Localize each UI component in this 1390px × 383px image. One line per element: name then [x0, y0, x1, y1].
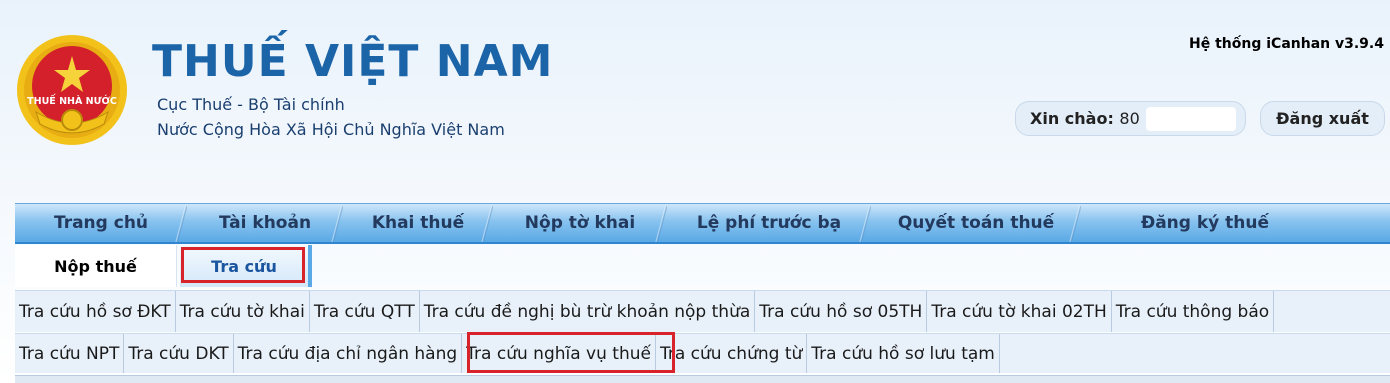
- link-lookup-dkt-records[interactable]: Tra cứu hồ sơ ĐKT: [15, 291, 176, 332]
- link-lookup-02th-returns[interactable]: Tra cứu tờ khai 02TH: [927, 291, 1112, 332]
- link-lookup-qtt[interactable]: Tra cứu QTT: [310, 291, 420, 332]
- system-version: Hệ thống iCanhan v3.9.4: [1189, 36, 1384, 52]
- link-lookup-notifications[interactable]: Tra cứu thông báo: [1112, 291, 1275, 332]
- svg-text:THUẾ NHÀ NƯỚC: THUẾ NHÀ NƯỚC: [27, 94, 117, 107]
- link-lookup-dkt[interactable]: Tra cứu DKT: [124, 334, 234, 373]
- link-lookup-05th-records[interactable]: Tra cứu hồ sơ 05TH: [755, 291, 928, 332]
- lookup-links-row-1: Tra cứu hồ sơ ĐKT Tra cứu tờ khai Tra cứ…: [15, 290, 1390, 332]
- greeting-user: 80: [1119, 109, 1140, 128]
- highlight-box-tax-obligations: [467, 332, 675, 373]
- redacted-username: [1146, 107, 1236, 131]
- subtitle-country: Nước Cộng Hòa Xã Hội Chủ Nghĩa Việt Nam: [157, 120, 505, 139]
- link-lookup-vouchers[interactable]: Tra cứu chứng từ: [656, 334, 808, 373]
- nav-item-tax-registration[interactable]: Đăng ký thuế: [1081, 204, 1329, 242]
- national-emblem-logo: THUẾ NHÀ NƯỚC: [17, 35, 127, 145]
- header: THUẾ NHÀ NƯỚC THUẾ VIỆT NAM Cục Thuế - B…: [0, 0, 1390, 200]
- nav-item-tax-declaration[interactable]: Khai thuế: [343, 204, 493, 242]
- link-lookup-draft-records[interactable]: Tra cứu hồ sơ lưu tạm: [807, 334, 1000, 373]
- nav-item-submit-return[interactable]: Nộp tờ khai: [493, 204, 667, 242]
- tab-tax-payment[interactable]: Nộp thuế: [15, 245, 177, 287]
- user-greeting: Xin chào: 80: [1015, 101, 1246, 136]
- content-area-edge: [15, 375, 1390, 383]
- link-lookup-bank-address[interactable]: Tra cứu địa chỉ ngân hàng: [234, 334, 463, 373]
- main-nav: Trang chủ Tài khoản Khai thuế Nộp tờ kha…: [15, 203, 1390, 244]
- subtitle-ministry: Cục Thuế - Bộ Tài chính: [157, 95, 345, 114]
- nav-item-home[interactable]: Trang chủ: [15, 204, 187, 242]
- lookup-links-row-2: Tra cứu NPT Tra cứu DKT Tra cứu địa chỉ …: [15, 333, 1390, 373]
- link-lookup-npt[interactable]: Tra cứu NPT: [15, 334, 125, 373]
- logout-button[interactable]: Đăng xuất: [1260, 101, 1385, 136]
- link-lookup-returns[interactable]: Tra cứu tờ khai: [176, 291, 310, 332]
- nav-item-account[interactable]: Tài khoản: [187, 204, 343, 242]
- link-lookup-offset-requests[interactable]: Tra cứu đề nghị bù trừ khoản nộp thừa: [420, 291, 756, 332]
- nav-item-registration-fee[interactable]: Lệ phí trước bạ: [667, 204, 871, 242]
- greeting-label: Xin chào:: [1030, 109, 1114, 128]
- nav-item-tax-finalization[interactable]: Quyết toán thuế: [871, 204, 1081, 242]
- brand-title: THUẾ VIỆT NAM: [152, 36, 554, 87]
- highlight-box-lookup-tab: [181, 247, 305, 283]
